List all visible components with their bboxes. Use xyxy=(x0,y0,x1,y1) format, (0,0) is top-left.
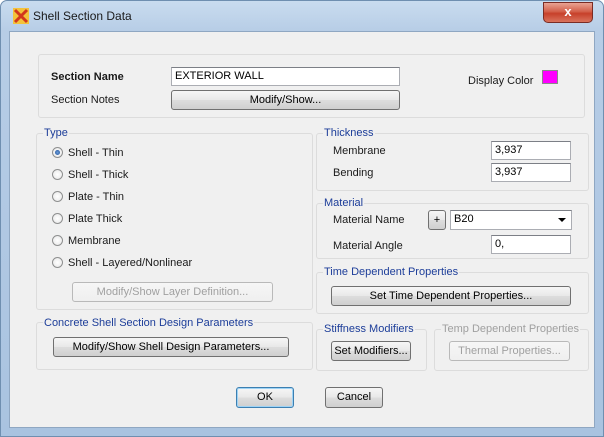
cancel-button[interactable]: Cancel xyxy=(325,387,383,408)
dialog-body: Section Name EXTERIOR WALL Section Notes… xyxy=(9,31,595,428)
material-angle-input[interactable]: 0, xyxy=(491,235,571,254)
radio-plate-thick-label[interactable]: Plate Thick xyxy=(68,213,122,225)
section-name-input[interactable]: EXTERIOR WALL xyxy=(171,67,400,86)
layer-definition-button[interactable]: Modify/Show Layer Definition... xyxy=(72,282,273,302)
concrete-design-title: Concrete Shell Section Design Parameters xyxy=(43,317,255,329)
add-material-button[interactable]: + xyxy=(428,210,446,230)
time-dependent-title: Time Dependent Properties xyxy=(323,266,460,278)
radio-plate-thin-label[interactable]: Plate - Thin xyxy=(68,191,124,203)
temp-dependent-title: Temp Dependent Properties xyxy=(441,323,580,335)
ok-button[interactable]: OK xyxy=(236,387,294,408)
chevron-down-icon[interactable] xyxy=(558,218,566,222)
display-color-label: Display Color xyxy=(468,75,534,87)
bending-label: Bending xyxy=(333,167,374,179)
radio-shell-thin[interactable] xyxy=(52,147,63,158)
thickness-group-title: Thickness xyxy=(323,127,375,139)
close-button[interactable]: x xyxy=(543,2,593,23)
section-notes-button[interactable]: Modify/Show... xyxy=(171,90,400,110)
section-name-label: Section Name xyxy=(51,71,124,83)
title-bar[interactable]: Shell Section Data x xyxy=(1,1,604,31)
set-modifiers-button[interactable]: Set Modifiers... xyxy=(331,341,411,361)
radio-membrane[interactable] xyxy=(52,235,63,246)
stiffness-title: Stiffness Modifiers xyxy=(323,323,415,335)
radio-plate-thick[interactable] xyxy=(52,213,63,224)
window-title: Shell Section Data xyxy=(33,9,132,23)
radio-shell-layered-label[interactable]: Shell - Layered/Nonlinear xyxy=(68,257,192,269)
section-notes-label: Section Notes xyxy=(51,94,120,106)
radio-shell-thick-label[interactable]: Shell - Thick xyxy=(68,169,128,181)
radio-shell-layered[interactable] xyxy=(52,257,63,268)
material-name-label: Material Name xyxy=(333,214,405,226)
material-name-select[interactable]: B20 xyxy=(450,210,572,230)
material-name-value: B20 xyxy=(454,213,474,225)
material-angle-label: Material Angle xyxy=(333,240,403,252)
material-group-title: Material xyxy=(323,197,365,209)
bending-thickness-input[interactable]: 3,937 xyxy=(491,163,571,182)
display-color-swatch[interactable] xyxy=(542,70,558,84)
set-time-dependent-button[interactable]: Set Time Dependent Properties... xyxy=(331,286,571,306)
radio-plate-thin[interactable] xyxy=(52,191,63,202)
radio-membrane-label[interactable]: Membrane xyxy=(68,235,121,247)
type-group-title: Type xyxy=(43,127,69,139)
app-icon xyxy=(13,8,29,24)
thermal-properties-button[interactable]: Thermal Properties... xyxy=(449,341,570,361)
membrane-thickness-input[interactable]: 3,937 xyxy=(491,141,571,160)
shell-design-parameters-button[interactable]: Modify/Show Shell Design Parameters... xyxy=(53,337,289,357)
membrane-label: Membrane xyxy=(333,145,386,157)
dialog-window: Shell Section Data x Section Name EXTERI… xyxy=(0,0,604,437)
radio-shell-thick[interactable] xyxy=(52,169,63,180)
radio-shell-thin-label[interactable]: Shell - Thin xyxy=(68,147,123,159)
